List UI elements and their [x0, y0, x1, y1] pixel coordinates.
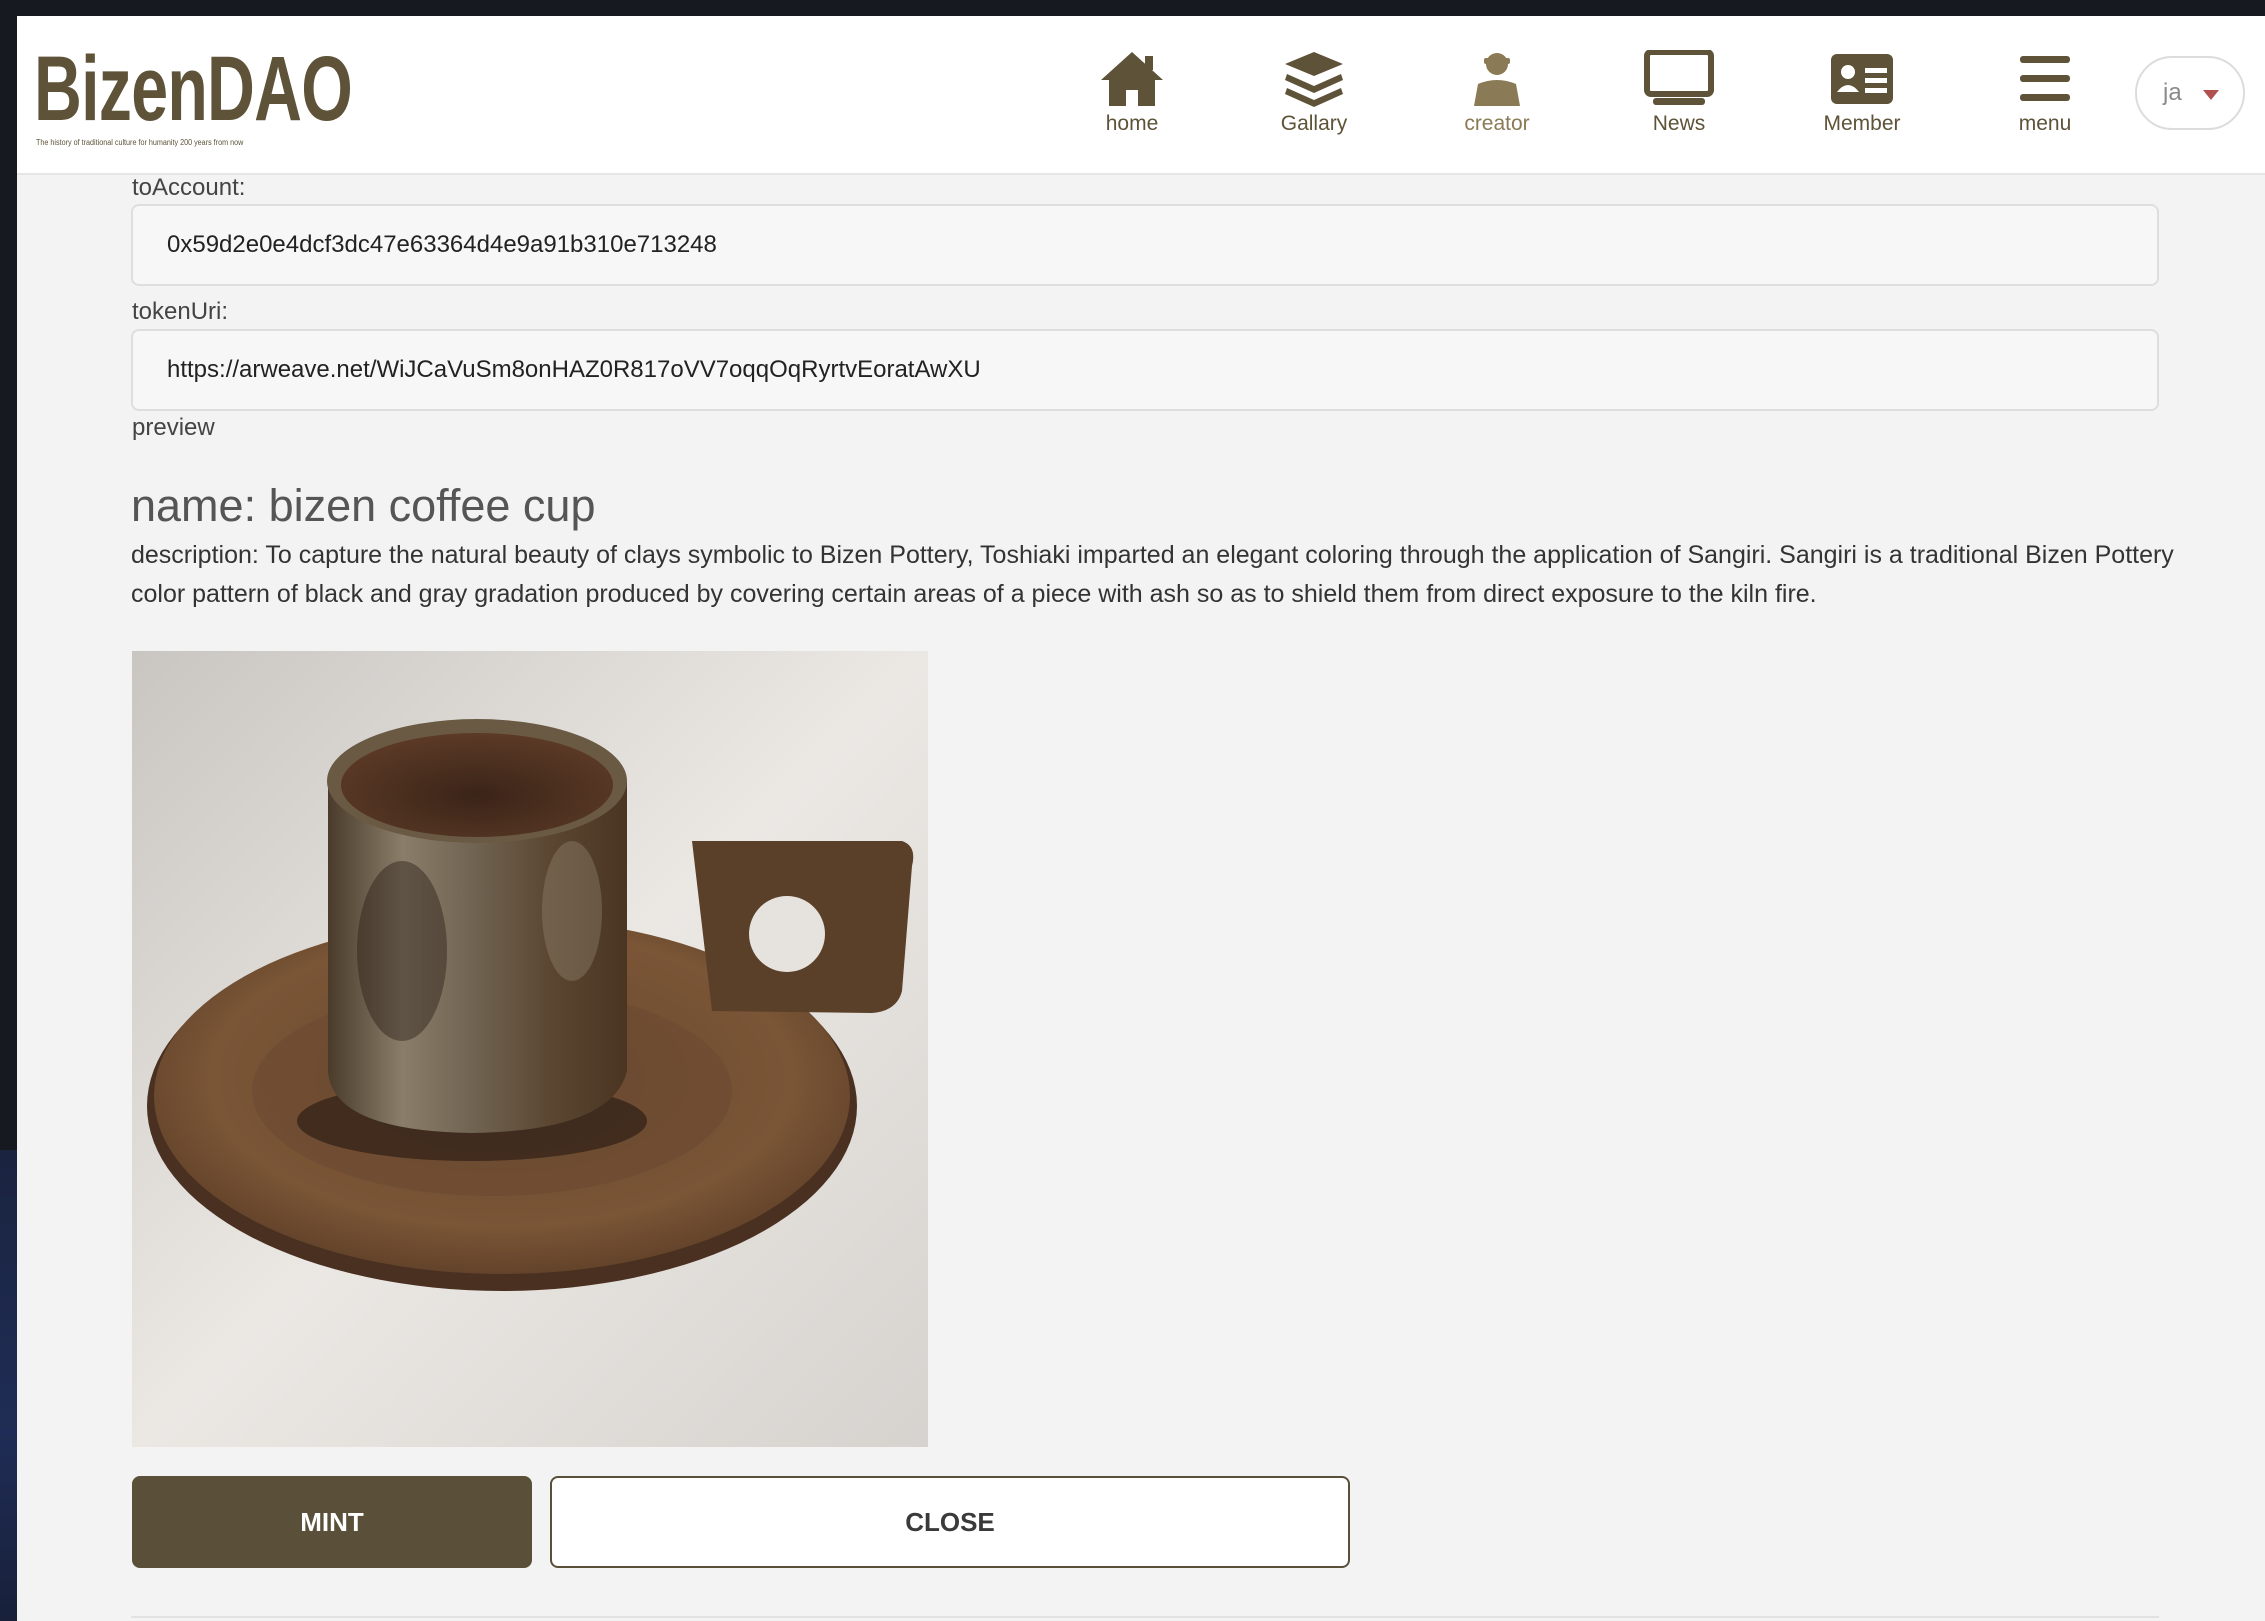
chevron-down-icon: [2203, 90, 2219, 100]
nav-label-home: home: [1105, 112, 1159, 135]
nav-label-news: News: [1652, 112, 1706, 135]
nav-item-gallery[interactable]: Gallary: [1239, 50, 1389, 160]
nav-item-creator[interactable]: creator: [1422, 50, 1572, 160]
site-header: BizenDAO The history of traditional cult…: [17, 16, 2265, 175]
logo-title: BizenDAO: [34, 38, 353, 140]
creator-icon: [1474, 53, 1520, 106]
nav-label-gallery: Gallary: [1280, 112, 1348, 135]
layers-icon: [1285, 52, 1343, 107]
language-value: ja: [2163, 79, 2182, 106]
to-account-label: toAccount:: [132, 174, 246, 201]
bizendao-logo[interactable]: BizenDAO The history of traditional cult…: [34, 38, 476, 147]
nft-description: description: To capture the natural beau…: [131, 541, 2174, 608]
nav-label-creator: creator: [1464, 112, 1530, 135]
nav-item-news[interactable]: News: [1604, 50, 1754, 160]
browser-window: BizenDAO The history of traditional cult…: [17, 16, 2265, 1621]
language-select[interactable]: ja: [2135, 56, 2245, 130]
close-button[interactable]: CLOSE: [550, 1476, 1350, 1568]
token-uri-input[interactable]: [131, 329, 2159, 411]
hamburger-menu-icon: [2020, 56, 2070, 101]
nav-item-menu[interactable]: menu: [1970, 50, 2120, 160]
monitor-icon: [1644, 50, 1714, 105]
to-account-input[interactable]: [131, 204, 2159, 286]
mint-button[interactable]: MINT: [132, 1476, 532, 1568]
nav-label-menu: menu: [2018, 112, 2072, 135]
token-uri-label: tokenUri:: [132, 298, 229, 325]
nav-item-home[interactable]: home: [1057, 50, 1207, 160]
logo-tagline: The history of traditional culture for h…: [36, 138, 244, 147]
divider: [131, 1616, 2159, 1618]
nav-item-member[interactable]: Member: [1787, 50, 1937, 160]
nft-preview-image: [132, 651, 928, 1447]
nft-name: name: bizen coffee cup: [131, 480, 596, 531]
preview-label: preview: [132, 414, 215, 441]
home-icon: [1101, 52, 1163, 106]
nav-label-member: Member: [1823, 112, 1901, 135]
member-card-icon: [1831, 54, 1893, 104]
